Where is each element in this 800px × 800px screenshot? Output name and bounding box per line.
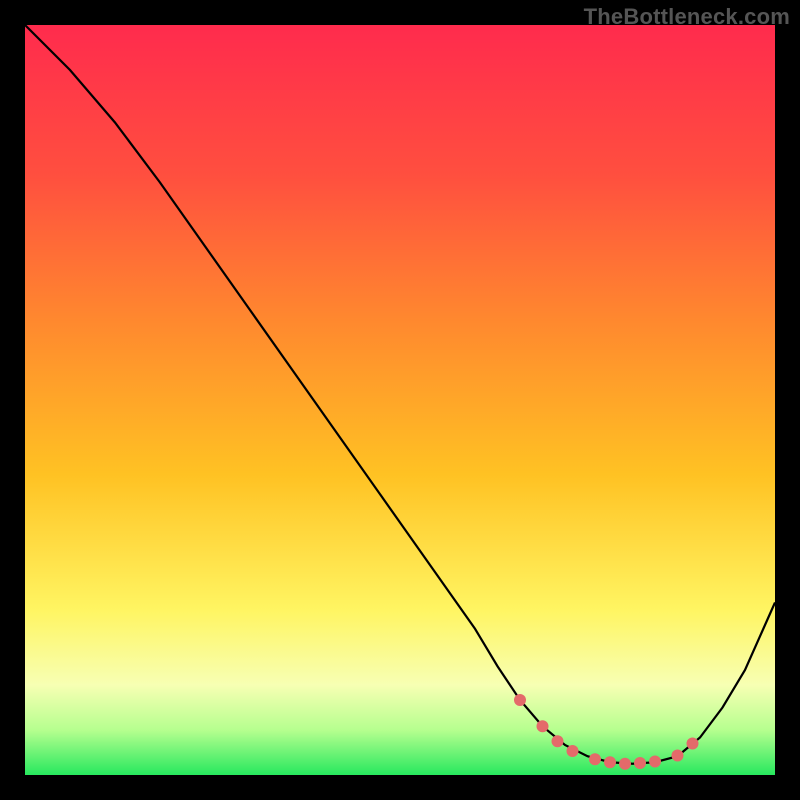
chart-marker xyxy=(649,756,661,768)
chart-marker xyxy=(634,757,646,769)
chart-marker xyxy=(589,753,601,765)
chart-background xyxy=(25,25,775,775)
chart-marker xyxy=(619,758,631,770)
chart-svg xyxy=(25,25,775,775)
chart-marker xyxy=(672,750,684,762)
chart-marker xyxy=(514,694,526,706)
chart-marker xyxy=(537,720,549,732)
chart-marker xyxy=(604,756,616,768)
chart-marker xyxy=(687,738,699,750)
chart-marker xyxy=(552,735,564,747)
chart-plot-area xyxy=(25,25,775,775)
watermark-text: TheBottleneck.com xyxy=(584,4,790,30)
chart-marker xyxy=(567,745,579,757)
